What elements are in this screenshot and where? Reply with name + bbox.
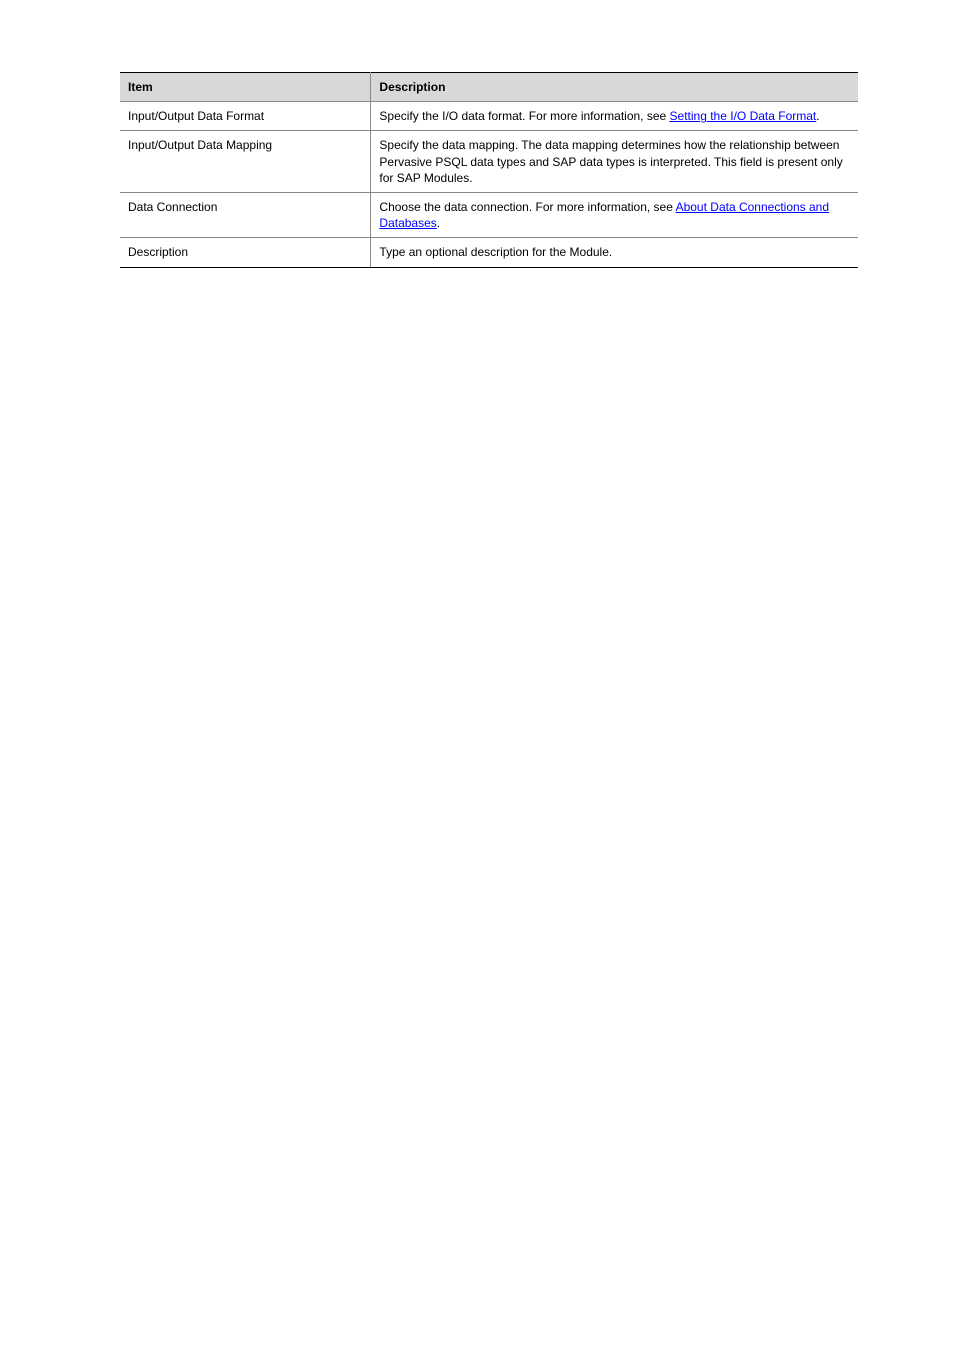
item-cell: Data Connection (120, 192, 371, 237)
description-cell: Specify the I/O data format. For more in… (371, 102, 858, 131)
xref-link[interactable]: Setting the I/O Data Format (670, 109, 817, 123)
table-header-row: Item Description (120, 73, 858, 102)
desc-text: Specify the I/O data format. For more in… (379, 109, 669, 123)
table-row: Description Type an optional description… (120, 238, 858, 267)
col-header-description: Description (371, 73, 858, 102)
col-header-item: Item (120, 73, 371, 102)
description-cell: Specify the data mapping. The data mappi… (371, 131, 858, 193)
spec-table: Item Description Input/Output Data Forma… (120, 72, 858, 268)
desc-text: . (816, 109, 819, 123)
table-row: Input/Output Data Format Specify the I/O… (120, 102, 858, 131)
desc-text: Choose the data connection. For more inf… (379, 200, 675, 214)
table-row: Input/Output Data Mapping Specify the da… (120, 131, 858, 193)
description-cell: Choose the data connection. For more inf… (371, 192, 858, 237)
item-cell: Input/Output Data Format (120, 102, 371, 131)
desc-text: . (437, 216, 440, 230)
item-cell: Input/Output Data Mapping (120, 131, 371, 193)
item-cell: Description (120, 238, 371, 267)
description-cell: Type an optional description for the Mod… (371, 238, 858, 267)
page: Item Description Input/Output Data Forma… (0, 0, 954, 1350)
table-row: Data Connection Choose the data connecti… (120, 192, 858, 237)
